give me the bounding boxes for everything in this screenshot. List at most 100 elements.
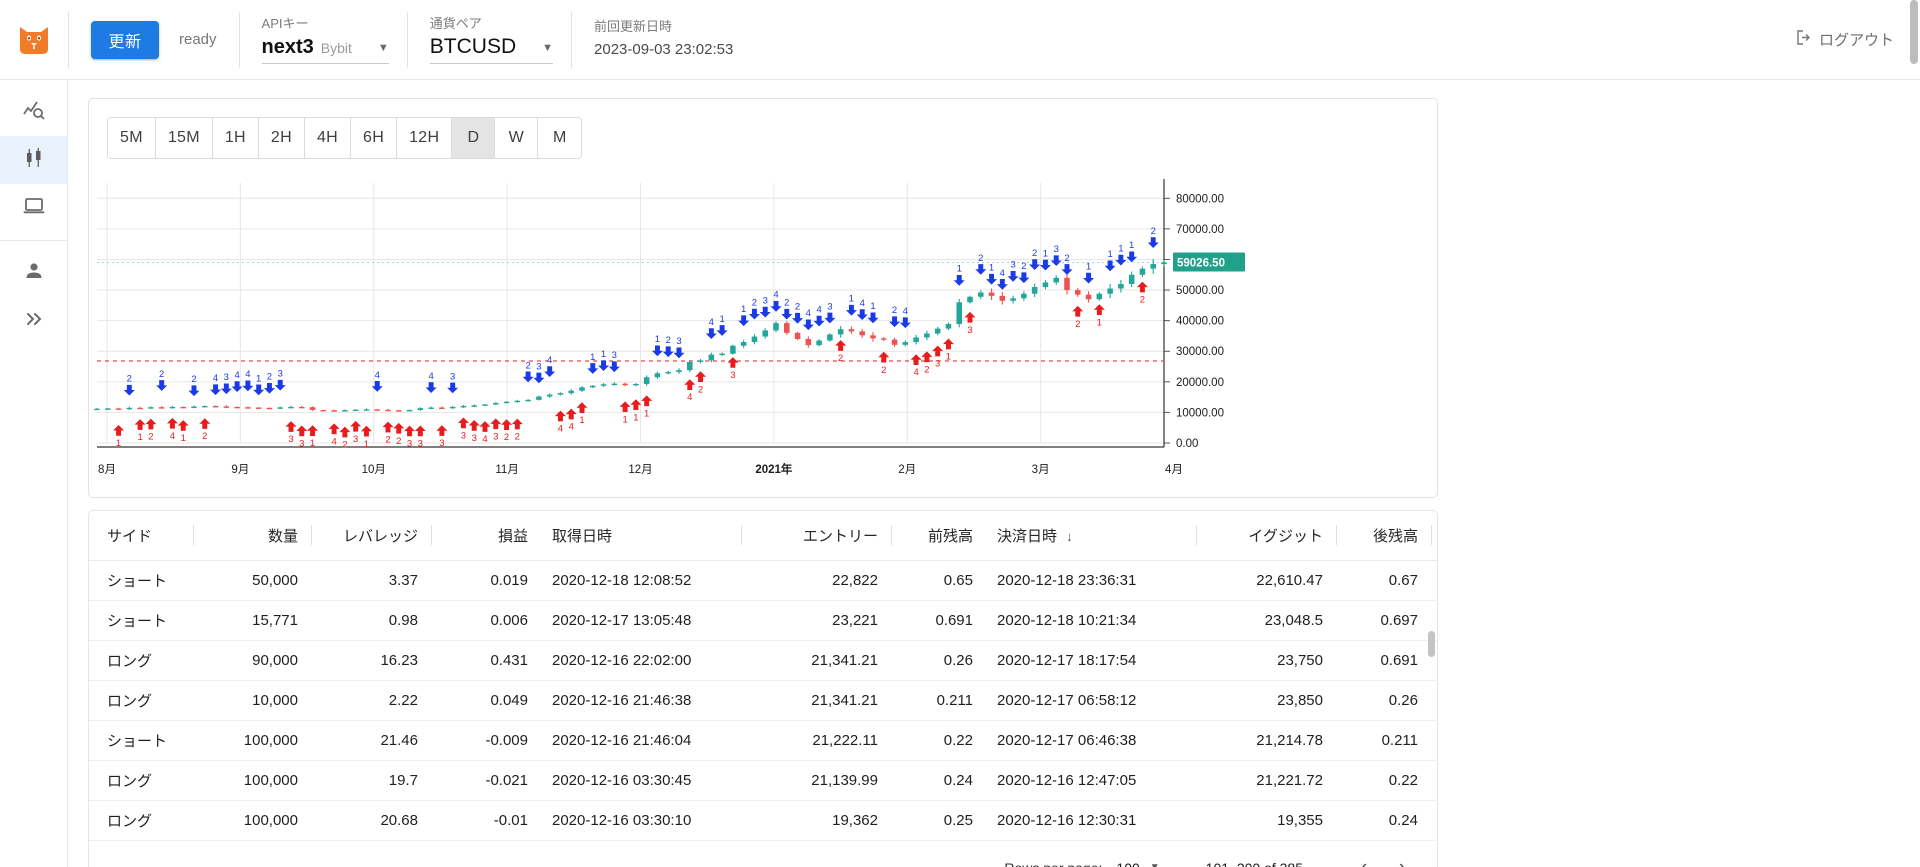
timeframe-4h[interactable]: 4H: [304, 118, 352, 158]
cell-qty: 90,000: [194, 640, 312, 681]
cell-balance_after: 0.22: [1337, 760, 1432, 801]
api-key-field[interactable]: APIキー next3 Bybit ▼: [240, 9, 407, 71]
svg-text:3: 3: [676, 336, 681, 347]
col-header-qty[interactable]: 数量: [194, 511, 312, 561]
short-trade-marker: 3: [1007, 260, 1019, 282]
svg-text:1: 1: [601, 349, 606, 360]
last-updated-label: 前回更新日時: [594, 19, 673, 34]
timeframe-w[interactable]: W: [495, 118, 539, 158]
timeframe-6h[interactable]: 6H: [351, 118, 398, 158]
col-header-exit-time[interactable]: 決済日時 ↓: [987, 511, 1197, 561]
col-header-entry[interactable]: エントリー: [742, 511, 892, 561]
cell-qty: 15,771: [194, 600, 312, 641]
page-scrollbar[interactable]: [1910, 0, 1918, 64]
short-trade-marker: 4: [996, 268, 1008, 290]
chart-canvas[interactable]: 0.00 10000.00 20000.00 30000.00 40000.00 5000…: [89, 171, 1439, 491]
svg-text:1: 1: [655, 334, 660, 345]
cell-fee: 0.007: [1432, 680, 1437, 721]
timeframe-m[interactable]: M: [538, 118, 582, 158]
col-header-exit[interactable]: イグジット: [1197, 511, 1337, 561]
long-trade-marker: 2: [511, 418, 523, 443]
cell-balance_after: 0.24: [1388, 812, 1418, 829]
next-page-button[interactable]: ›: [1383, 849, 1421, 867]
pagination: Rows per page: 100 ▼ 101–200 of 385 ‹ ›: [89, 840, 1437, 867]
svg-text:70000.00: 70000.00: [1176, 224, 1224, 236]
cell-exit_time: 2020-12-16 12:30:31: [997, 812, 1137, 829]
price-chart[interactable]: 0.00 10000.00 20000.00 30000.00 40000.00 5000…: [89, 171, 1439, 491]
col-header-fee[interactable]: 手数料: [1432, 511, 1437, 561]
cell-entry: 21,222.11: [742, 720, 892, 761]
cell-exit: 19,355: [1277, 812, 1323, 829]
short-trade-marker: 4: [242, 369, 254, 392]
cell-pnl: -0.009: [432, 720, 542, 761]
svg-text:2: 2: [342, 440, 347, 451]
table-row[interactable]: ロング 10,000 2.22 0.049 2020-12-16 21:46:38 21,…: [89, 680, 1437, 721]
short-trade-marker: 3: [824, 301, 836, 324]
rows-per-page-select[interactable]: 100 ▼: [1116, 860, 1159, 867]
app-logo[interactable]: [0, 23, 68, 57]
col-header-balance-after[interactable]: 後残高: [1337, 511, 1432, 561]
currency-pair-value: BTCUSD: [429, 34, 517, 58]
sidebar-item-terminal[interactable]: [0, 184, 67, 232]
svg-text:2: 2: [1151, 226, 1156, 237]
refresh-button[interactable]: 更新: [91, 20, 159, 59]
long-trade-marker: 3: [350, 420, 362, 445]
col-header-entry-time[interactable]: 取得日時: [542, 511, 742, 561]
cell-balance_after: 0.211: [1337, 720, 1432, 761]
table-scrollbar[interactable]: [1428, 631, 1435, 657]
svg-text:3: 3: [407, 439, 412, 450]
short-trade-marker: 1: [738, 304, 750, 327]
sidebar-item-chart-analysis[interactable]: [0, 88, 67, 136]
currency-pair-select[interactable]: BTCUSD ▼: [429, 34, 554, 64]
short-trade-marker: 1: [587, 352, 599, 374]
col-header-balance-before[interactable]: 前残高: [892, 511, 987, 561]
timeframe-2h[interactable]: 2H: [258, 118, 305, 158]
api-key-select[interactable]: next3 Bybit ▼: [261, 35, 389, 64]
table-row[interactable]: ロング 100,000 20.68 -0.01 2020-12-16 03:30:10 1…: [89, 801, 1437, 841]
prev-page-button[interactable]: ‹: [1345, 849, 1383, 867]
timeframe-d[interactable]: D: [452, 118, 496, 158]
cell-balance_before: 0.22: [892, 720, 987, 761]
svg-text:2: 2: [784, 298, 789, 309]
cell-leverage: 16.23: [312, 640, 432, 681]
timeframe-5m[interactable]: 5M: [108, 118, 156, 158]
long-trade-marker: 3: [296, 425, 308, 450]
sidebar-item-account[interactable]: [0, 249, 67, 297]
last-updated: 前回更新日時 2023-09-03 23:02:53: [572, 9, 755, 71]
timeframe-15m[interactable]: 15M: [155, 118, 213, 158]
timeframe-1h[interactable]: 1H: [212, 118, 259, 158]
timeframe-12h[interactable]: 12H: [397, 118, 453, 158]
cell-exit: 23,048.5: [1197, 600, 1337, 641]
col-header-side[interactable]: サイド: [89, 511, 194, 561]
short-trade-marker: 2: [123, 374, 135, 396]
table-row[interactable]: ロング 90,000 16.23 0.431 2020-12-16 22:02:00 21…: [89, 640, 1437, 681]
svg-text:2月: 2月: [898, 464, 916, 476]
logout-button[interactable]: ログアウト: [1795, 29, 1894, 50]
logout-icon: [1795, 29, 1812, 50]
col-label-qty: 数量: [267, 528, 298, 545]
cell-exit_time: 2020-12-17 06:58:12: [987, 680, 1197, 721]
long-trade-marker: 3: [490, 418, 502, 442]
svg-text:1: 1: [310, 438, 315, 449]
sidebar-item-candles[interactable]: [0, 136, 67, 184]
svg-text:3: 3: [418, 438, 423, 449]
cell-entry_time: 2020-12-16 03:30:10: [552, 812, 692, 829]
table-row[interactable]: ロング 100,000 19.7 -0.021 2020-12-16 03:30:45 2…: [89, 760, 1437, 801]
currency-pair-field[interactable]: 通貨ペア BTCUSD ▼: [408, 9, 571, 71]
col-header-leverage[interactable]: レバレッジ: [312, 511, 432, 561]
svg-text:3: 3: [472, 433, 477, 444]
long-trade-marker: 1: [619, 401, 631, 425]
svg-text:4: 4: [331, 436, 336, 447]
col-label-entry-time: 取得日時: [552, 528, 613, 545]
table-row[interactable]: ショート 50,000 3.37 0.019 2020-12-18 12:08:52 22…: [89, 560, 1437, 601]
cell-side: ロング: [89, 760, 194, 801]
chevron-down-icon[interactable]: ▼: [516, 37, 553, 59]
cell-pnl: -0.01: [493, 812, 528, 829]
table-row[interactable]: ショート 15,771 0.98 0.006 2020-12-17 13:05:48 23…: [89, 600, 1437, 641]
col-label-side: サイド: [107, 528, 153, 545]
pagination-range: 101–200 of 385: [1206, 860, 1303, 867]
chevron-down-icon[interactable]: ▼: [352, 37, 389, 59]
sidebar-item-expand[interactable]: [0, 297, 67, 345]
table-row[interactable]: ショート 100,000 21.46 -0.009 2020-12-16 21:46:0…: [89, 720, 1437, 761]
col-header-pnl[interactable]: 損益: [432, 511, 542, 561]
